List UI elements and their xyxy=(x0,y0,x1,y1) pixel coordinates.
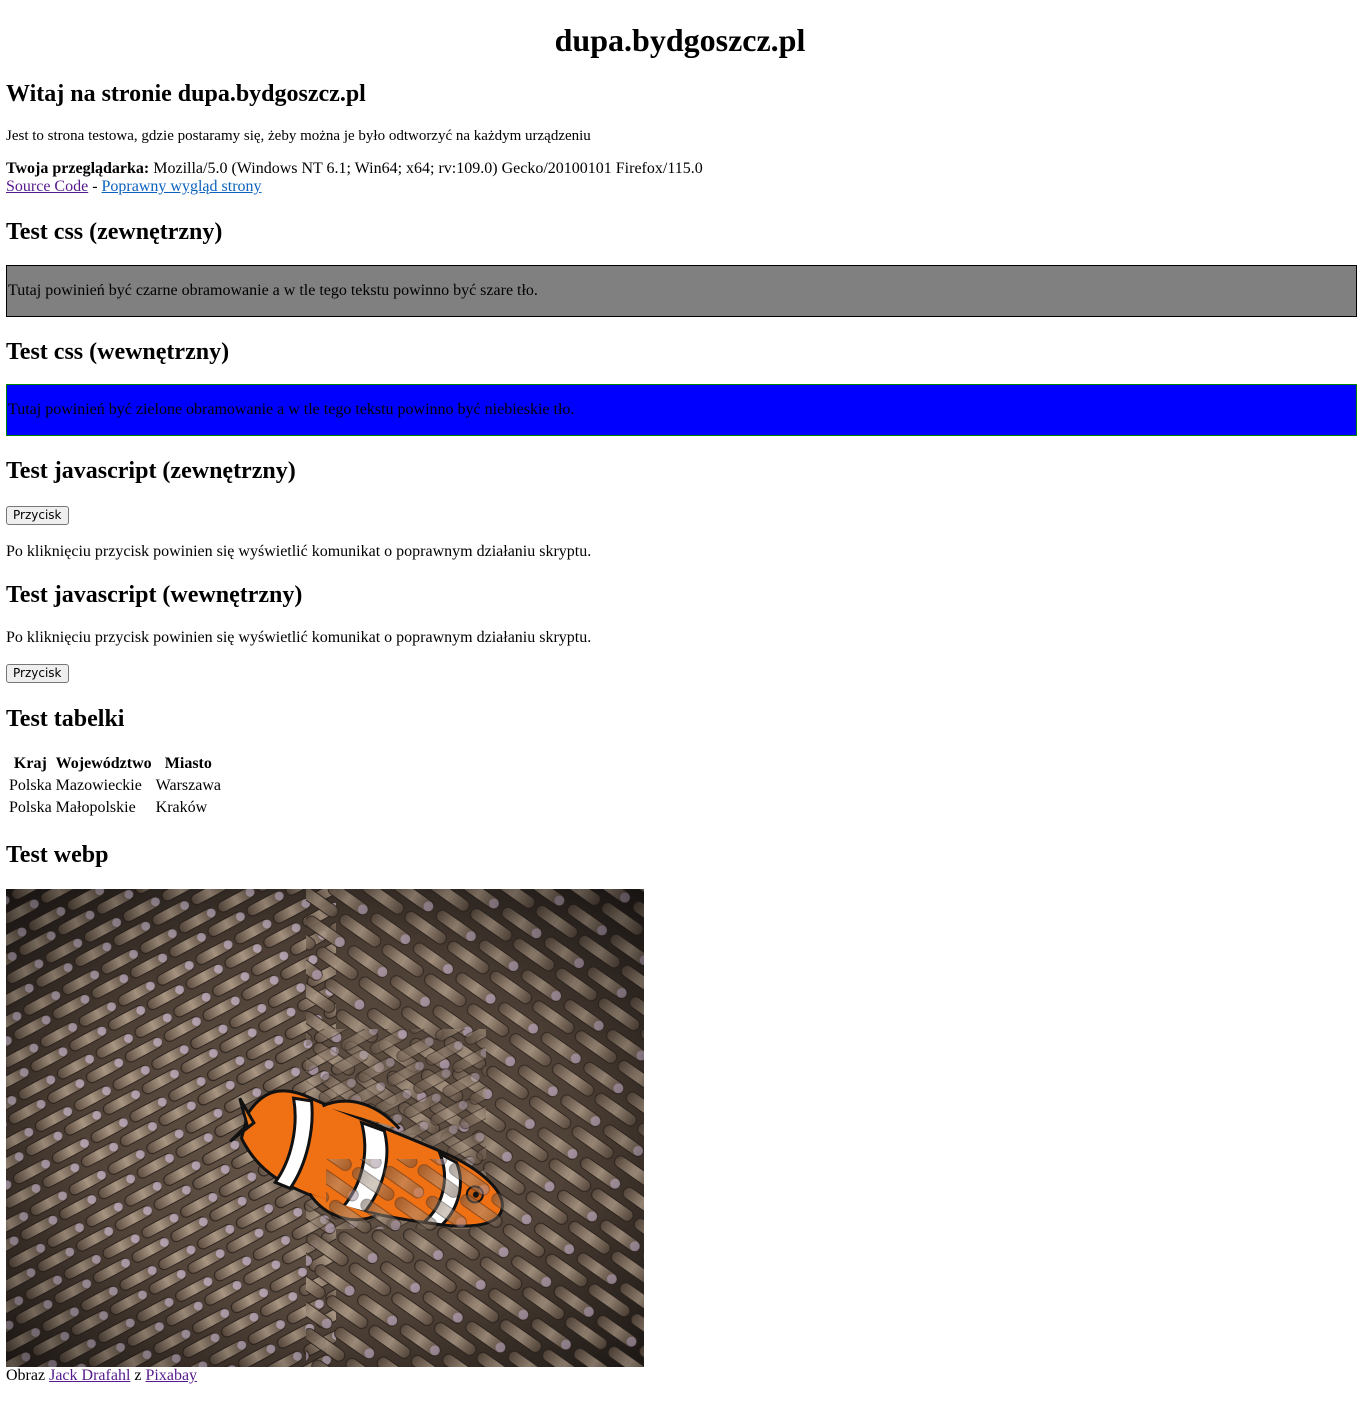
welcome-heading: Witaj na stronie dupa.bydgoszcz.pl xyxy=(6,81,366,107)
js-external-description: Po kliknięciu przycisk powinien się wyśw… xyxy=(6,543,592,560)
css-internal-text: Tutaj powinień być zielone obramowanie a… xyxy=(8,401,575,418)
image-credit: Obraz Jack Drafahl z Pixabay xyxy=(6,1367,197,1385)
css-internal-box: Tutaj powinień być zielone obramowanie a… xyxy=(6,384,1357,436)
correct-view-link[interactable]: Poprawny wygląd strony xyxy=(102,178,262,195)
credit-source-link[interactable]: Pixabay xyxy=(146,1367,198,1384)
credit-prefix: Obraz xyxy=(6,1367,46,1384)
credit-mid: z xyxy=(134,1367,142,1384)
js-external-heading: Test javascript (zewnętrzny) xyxy=(6,458,296,484)
webp-heading: Test webp xyxy=(6,842,109,868)
css-external-box: Tutaj powinień być czarne obramowanie a … xyxy=(6,265,1357,317)
credit-author-link[interactable]: Jack Drafahl xyxy=(49,1367,130,1384)
table-row: Polska Małopolskie Kraków xyxy=(8,798,222,818)
clownfish-in-anemone-icon xyxy=(6,889,644,1367)
clownfish-photo xyxy=(6,889,644,1367)
css-external-text: Tutaj powinień być czarne obramowanie a … xyxy=(8,282,538,299)
column-header-country: Kraj xyxy=(13,755,47,772)
column-header-voivodeship: Województwo xyxy=(55,755,152,772)
table-row: Polska Mazowieckie Warszawa xyxy=(8,776,222,796)
site-title: dupa.bydgoszcz.pl xyxy=(554,22,806,58)
js-internal-button[interactable]: Przycisk xyxy=(6,664,69,683)
js-internal-heading: Test javascript (wewnętrzny) xyxy=(6,582,303,608)
table-cell: Małopolskie xyxy=(55,799,136,816)
browser-label: Twoja przeglądarka: xyxy=(6,160,150,177)
table-header-row: Kraj Województwo Miasto xyxy=(8,754,222,774)
link-separator: - xyxy=(92,178,98,195)
table-cell: Mazowieckie xyxy=(55,777,142,794)
cities-table: Kraj Województwo Miasto Polska Mazowieck… xyxy=(6,752,224,820)
table-cell: Kraków xyxy=(155,799,208,816)
browser-value: Mozilla/5.0 (Windows NT 6.1; Win64; x64;… xyxy=(153,160,703,177)
intro-text: Jest to strona testowa, gdzie postaramy … xyxy=(6,128,591,144)
js-internal-description: Po kliknięciu przycisk powinien się wyśw… xyxy=(6,629,592,646)
table-cell: Polska xyxy=(9,777,52,794)
css-internal-heading: Test css (wewnętrzny) xyxy=(6,339,230,365)
table-cell: Polska xyxy=(9,799,52,816)
source-code-link[interactable]: Source Code xyxy=(6,178,88,195)
table-heading: Test tabelki xyxy=(6,706,125,732)
column-header-city: Miasto xyxy=(164,755,212,772)
table-cell: Warszawa xyxy=(155,777,221,794)
links-row: Source Code - Poprawny wygląd strony xyxy=(6,178,262,196)
js-external-button[interactable]: Przycisk xyxy=(6,506,69,525)
css-external-heading: Test css (zewnętrzny) xyxy=(6,219,223,245)
browser-info: Twoja przeglądarka: Mozilla/5.0 (Windows… xyxy=(6,160,703,178)
